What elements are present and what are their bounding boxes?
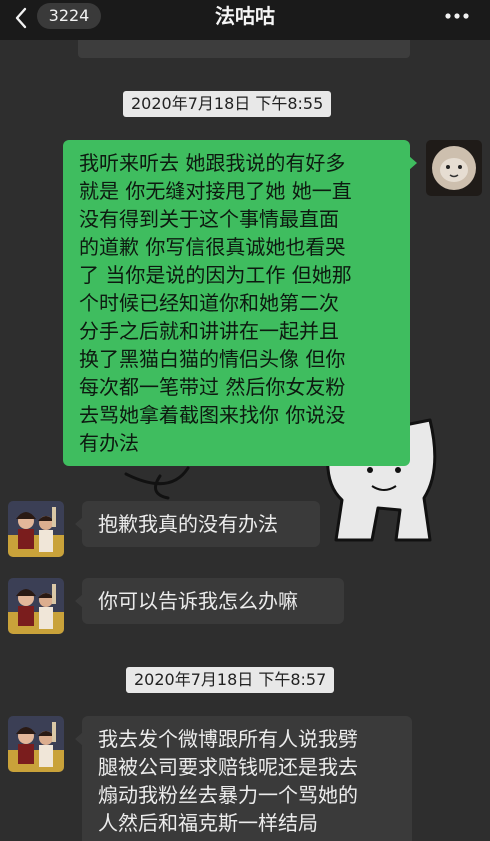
more-button[interactable] bbox=[442, 4, 472, 28]
message-timestamp: 2020年7月18日 下午8:57 bbox=[126, 667, 335, 693]
contact-avatar-image bbox=[8, 578, 64, 634]
chat-screen: 3224 法咕咕 2020年7月18日 下午8:55 我听来听去 她跟我说的有好… bbox=[0, 0, 490, 841]
contact-avatar-image bbox=[8, 716, 64, 772]
chat-header: 3224 法咕咕 bbox=[0, 0, 490, 40]
contact-avatar[interactable] bbox=[8, 716, 64, 772]
contact-avatar[interactable] bbox=[8, 578, 64, 634]
message-bubble-incoming[interactable]: 我去发个微博跟所有人说我劈 腿被公司要求赔钱呢还是我去 煽动我粉丝去暴力一个骂她… bbox=[75, 716, 412, 841]
contact-avatar[interactable] bbox=[8, 501, 64, 557]
more-dots-icon bbox=[445, 13, 469, 19]
self-avatar-image bbox=[426, 140, 482, 196]
contact-avatar-image bbox=[8, 501, 64, 557]
unread-count-badge[interactable]: 3224 bbox=[37, 3, 101, 29]
message-bubble-incoming[interactable]: 你可以告诉我怎么办嘛 bbox=[75, 578, 344, 624]
chevron-left-icon bbox=[15, 7, 27, 29]
message-bubble-incoming[interactable]: 抱歉我真的没有办法 bbox=[75, 501, 320, 547]
chat-title: 法咕咕 bbox=[215, 4, 275, 28]
message-timestamp: 2020年7月18日 下午8:55 bbox=[123, 91, 332, 117]
message-bubble-outgoing[interactable]: 我听来听去 她跟我说的有好多 就是 你无缝对接甩了她 她一直 没有得到关于这个事… bbox=[63, 140, 417, 466]
previous-message-edge bbox=[78, 40, 410, 58]
self-avatar[interactable] bbox=[426, 140, 482, 196]
back-button[interactable] bbox=[8, 2, 34, 34]
